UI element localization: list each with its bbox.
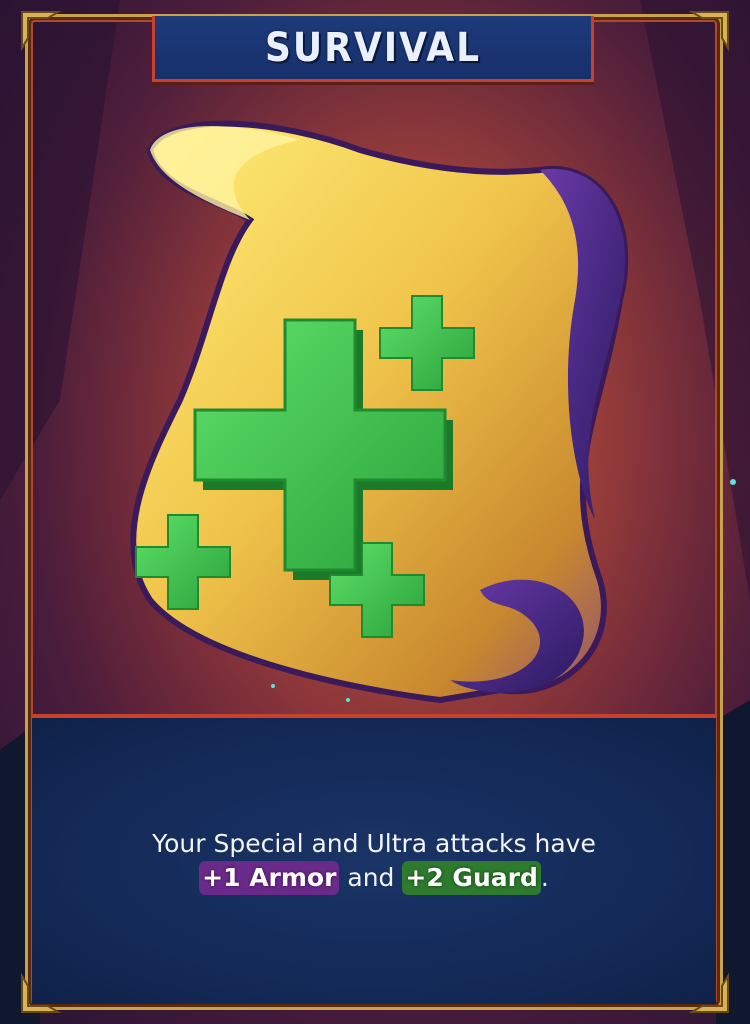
guard-keyword: +2 Guard <box>402 861 541 895</box>
armor-keyword: +1 Armor <box>199 861 340 895</box>
ability-card[interactable]: SURVIVAL Your Special and Ultra attacks … <box>0 0 750 1024</box>
corner-ornament-top-right <box>688 11 729 52</box>
card-text-panel: Your Special and Ultra attacks have +1 A… <box>32 714 716 1004</box>
corner-ornament-top-left <box>21 11 62 52</box>
conjunction-text: and <box>347 863 395 892</box>
description-line-2: +1 Armor and +2 Guard. <box>152 861 596 895</box>
card-description: Your Special and Ultra attacks have +1 A… <box>152 827 596 895</box>
title-banner: SURVIVAL <box>152 16 594 82</box>
end-punctuation: . <box>540 863 549 892</box>
description-line-1: Your Special and Ultra attacks have <box>152 829 596 858</box>
card-title: SURVIVAL <box>265 24 481 71</box>
